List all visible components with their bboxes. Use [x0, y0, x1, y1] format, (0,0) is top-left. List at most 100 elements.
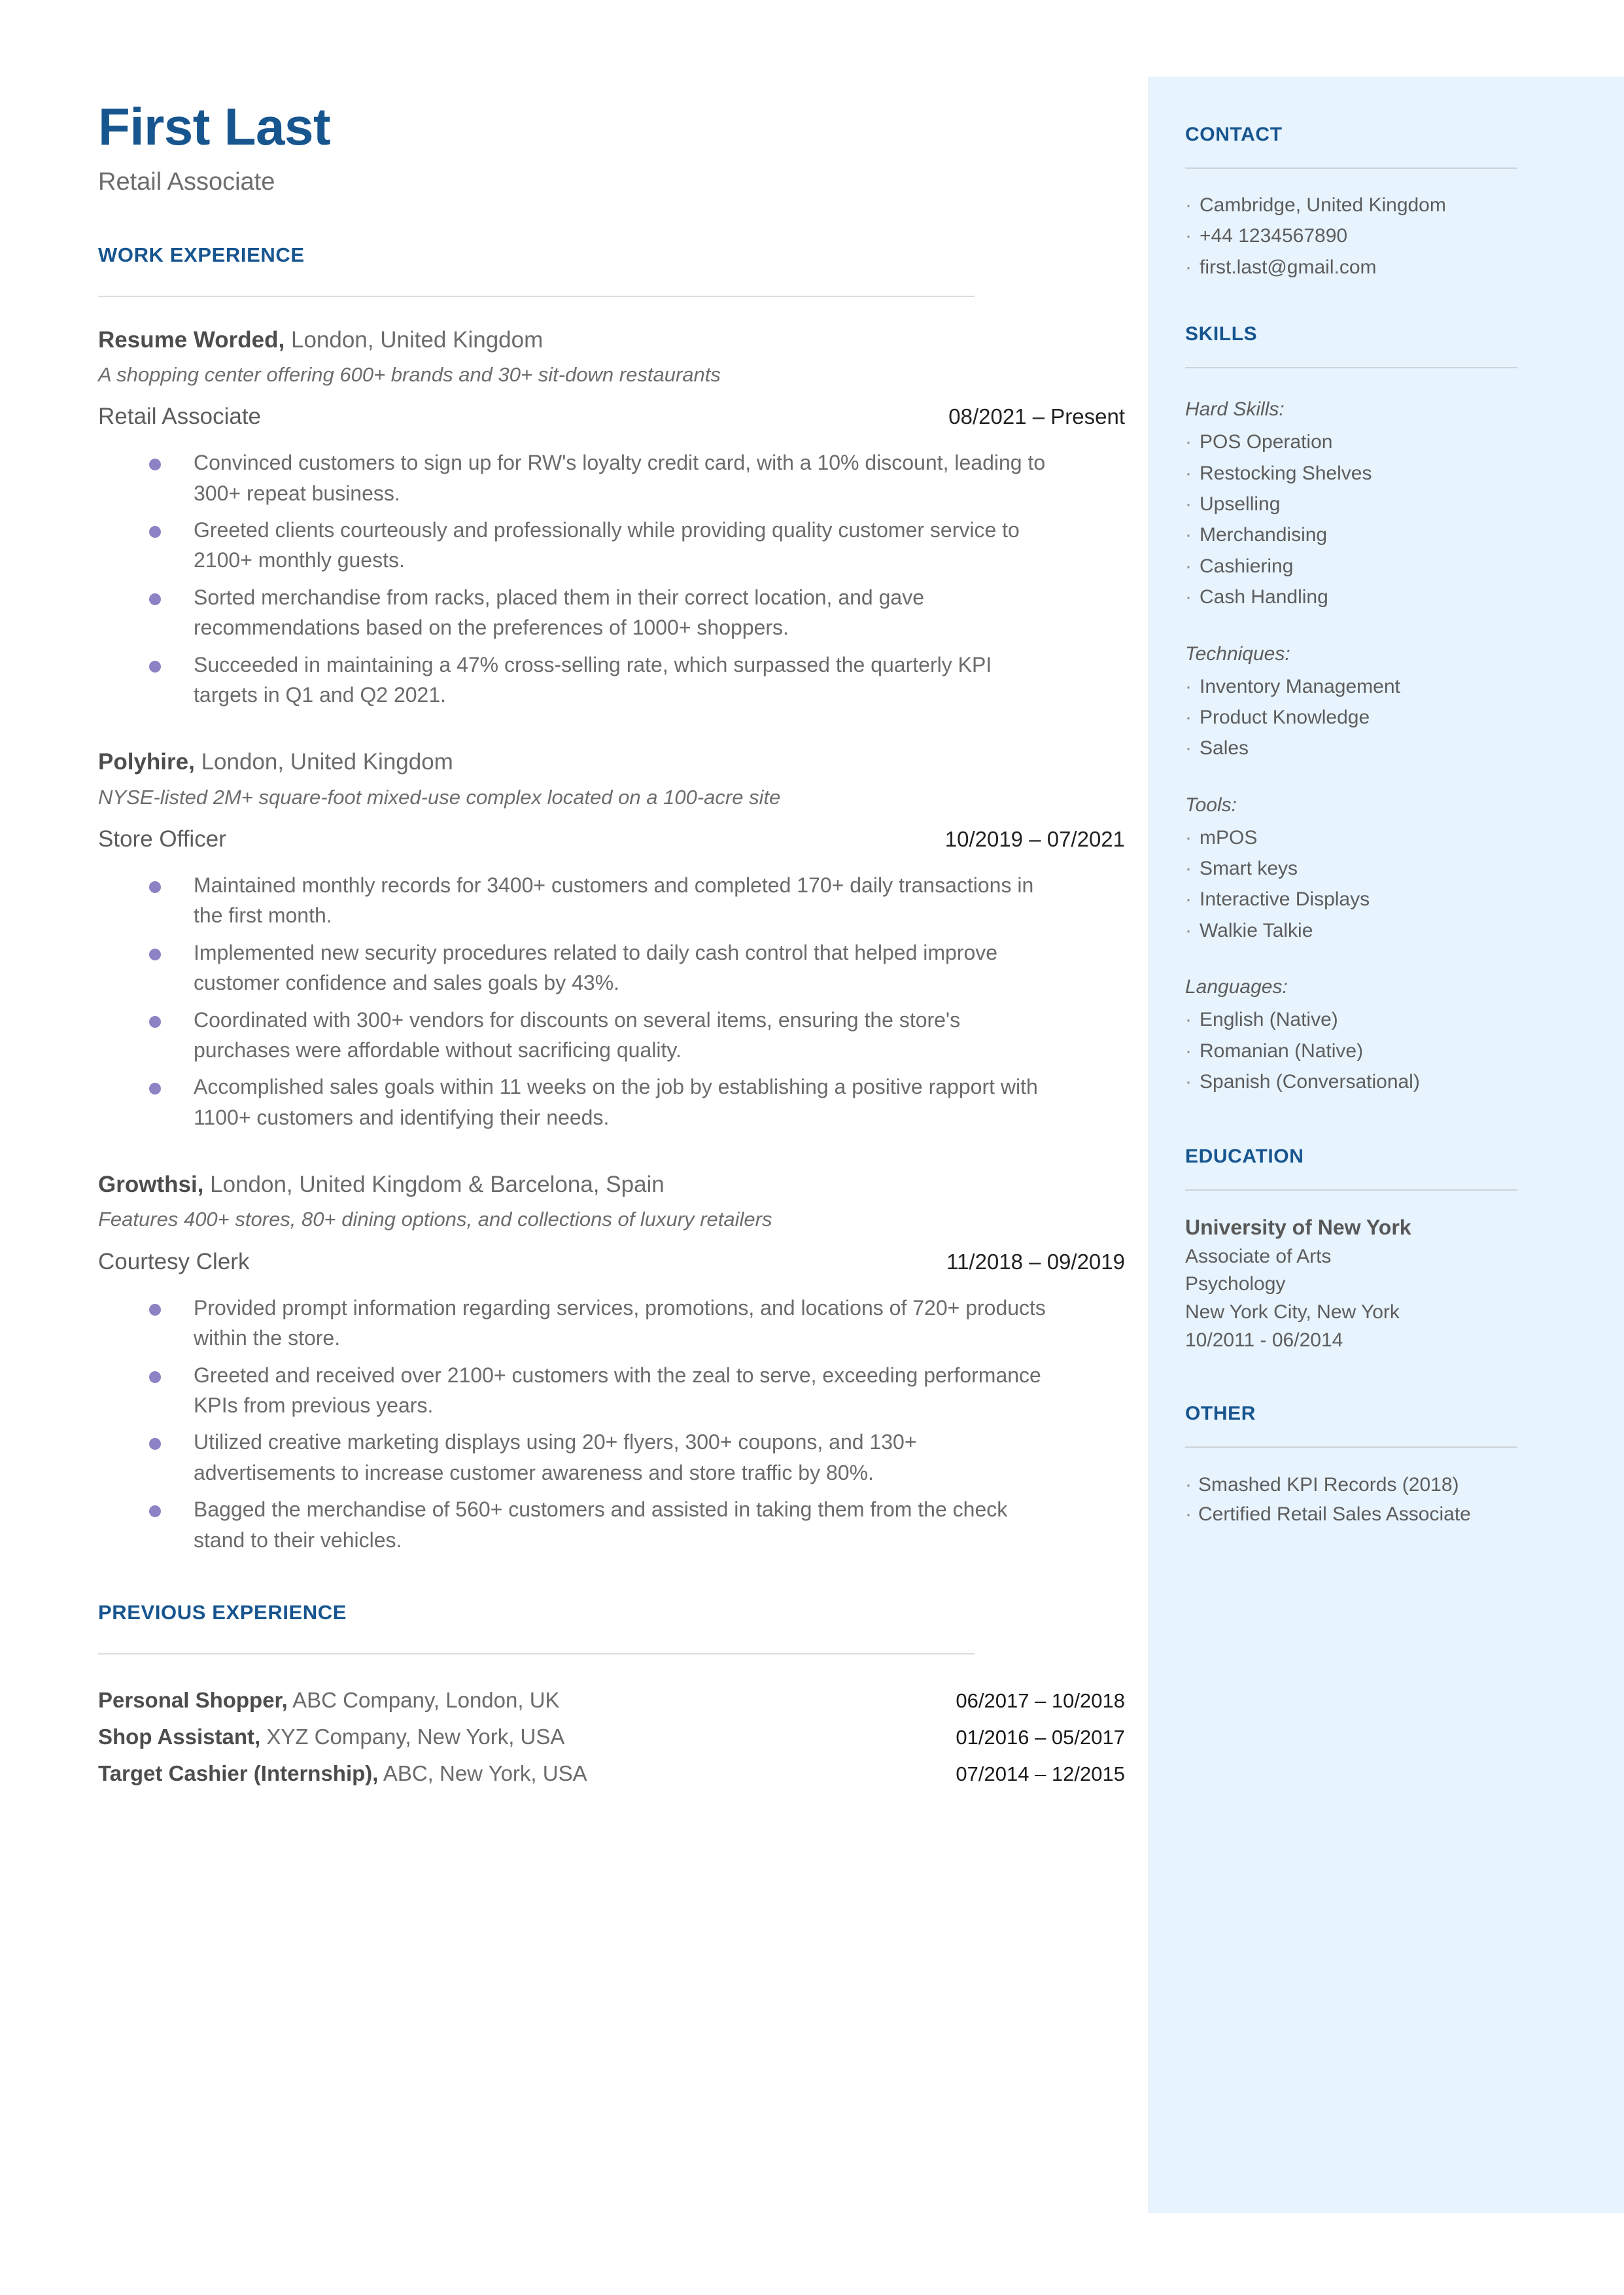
skills-group-list: · mPOS · Smart keys · Interactive Displays … — [1185, 822, 1565, 947]
job-title-row: Store Officer 10/2019 – 07/2021 — [98, 826, 1125, 853]
bullet-point-icon — [149, 1438, 161, 1450]
education-degree: Associate of Arts — [1185, 1245, 1332, 1267]
list-item: Maintained monthly records for 3400+ cus… — [98, 870, 1125, 931]
skills-group-list: · Inventory Management · Product Knowledge… — [1185, 671, 1565, 764]
skills-divider — [1185, 367, 1517, 369]
job-company-name: Resume Worded, — [98, 326, 285, 353]
contact-list: · Cambridge, United Kingdom · +44 12345678… — [1185, 190, 1565, 283]
job-dates: 08/2021 – Present — [948, 404, 1125, 429]
job-title: Retail Associate — [98, 404, 262, 430]
list-item: Coordinated with 300+ vendors for discou… — [98, 1005, 1125, 1066]
bullet-point-icon — [149, 1083, 161, 1095]
job-company-location: London, United Kingdom & Barcelona, Spai… — [210, 1172, 665, 1198]
list-item: Succeeded in maintaining a 47% cross-sel… — [98, 650, 1125, 710]
list-item: Greeted clients courteously and professi… — [98, 515, 1125, 576]
job-title: Courtesy Clerk — [98, 1248, 250, 1274]
contact-item-email: · first.last@gmail.com — [1185, 252, 1565, 283]
contact-location: Cambridge, United Kingdom — [1200, 194, 1446, 216]
main-content: First Last Retail Associate WORK EXPERIE… — [98, 98, 1125, 1795]
education-divider — [1185, 1189, 1517, 1191]
previous-experience-divider — [98, 1653, 975, 1655]
bullet-dot-icon: · — [1185, 586, 1192, 608]
bullet-dot-icon: · — [1185, 1503, 1192, 1526]
list-item: Sorted merchandise from racks, placed th… — [98, 582, 1125, 643]
sidebar-section-skills: SKILLS Hard Skills: · POS Operation · Rest… — [1185, 323, 1565, 1097]
bullet-dot-icon: · — [1185, 858, 1192, 880]
bullet-point-icon — [149, 948, 161, 960]
skills-group-label: Languages: — [1185, 976, 1288, 998]
skills-group-label: Hard Skills: — [1185, 398, 1285, 421]
skills-group-list: · POS Operation · Restocking Shelves · Upse… — [1185, 427, 1565, 612]
education-entry: University of New York Associate of Arts… — [1185, 1213, 1565, 1354]
job-title-row: Courtesy Clerk 11/2018 – 09/2019 — [98, 1248, 1125, 1276]
resume-page: CONTACT · Cambridge, United Kingdom · +44 … — [0, 0, 1624, 2295]
job-company-description: Features 400+ stores, 80+ dining options… — [98, 1208, 772, 1231]
list-item: · Certified Retail Sales Associate — [1185, 1503, 1471, 1526]
previous-detail: ABC, New York, USA — [383, 1761, 587, 1785]
bullet-dot-icon: · — [1185, 1009, 1192, 1031]
job-dates: 11/2018 – 09/2019 — [946, 1249, 1125, 1274]
list-item: · Sales — [1185, 733, 1565, 763]
section-work-experience: WORK EXPERIENCE Resume Worded, London, U… — [98, 243, 1125, 1555]
bullet-point-icon — [149, 1371, 161, 1383]
previous-role: Shop Assistant, — [98, 1724, 261, 1749]
bullet-point-icon — [149, 1015, 161, 1028]
job-company-name: Polyhire, — [98, 749, 195, 775]
job-company-line: Polyhire, London, United Kingdom — [98, 746, 1125, 777]
bullet-dot-icon: · — [1185, 462, 1192, 484]
job-bullet-list: Maintained monthly records for 3400+ cus… — [98, 870, 1125, 1132]
skills-group-label: Tools: — [1185, 794, 1237, 816]
bullet-dot-icon: · — [1185, 706, 1192, 728]
job-bullet-list: Convinced customers to sign up for RW's … — [98, 447, 1125, 710]
bullet-dot-icon: · — [1185, 737, 1192, 760]
job-company-location: London, United Kingdom — [201, 749, 453, 775]
previous-role: Personal Shopper, — [98, 1687, 288, 1712]
work-experience-divider — [98, 295, 975, 297]
contact-email[interactable]: first.last@gmail.com — [1200, 252, 1565, 283]
skills-group-list: · English (Native) · Romanian (Native) · Sp… — [1185, 1004, 1565, 1097]
bullet-dot-icon: · — [1185, 524, 1192, 546]
previous-dates: 06/2017 – 10/2018 — [956, 1689, 1125, 1712]
list-item: Greeted and received over 2100+ customer… — [98, 1360, 1125, 1421]
list-item: · Inventory Management — [1185, 671, 1565, 702]
list-item: · Spanish (Conversational) — [1185, 1066, 1565, 1097]
list-item: Implemented new security procedures rela… — [98, 937, 1125, 998]
education-field: Psychology — [1185, 1273, 1286, 1295]
contact-item-location: · Cambridge, United Kingdom — [1185, 190, 1565, 220]
skills-group-languages: Languages: · English (Native) · Romanian (… — [1185, 972, 1565, 1097]
job-dates: 10/2019 – 07/2021 — [944, 827, 1125, 851]
other-divider — [1185, 1446, 1517, 1448]
other-heading: OTHER — [1185, 1403, 1256, 1425]
work-experience-heading: WORK EXPERIENCE — [98, 243, 305, 266]
bullet-point-icon — [149, 593, 161, 605]
list-item: · Restocking Shelves — [1185, 458, 1565, 489]
list-item: · Upselling — [1185, 489, 1565, 519]
job-company-name: Growthsi, — [98, 1172, 204, 1198]
previous-experience-list: Personal Shopper, ABC Company, London, U… — [98, 1685, 1125, 1789]
list-item: · Cash Handling — [1185, 582, 1565, 612]
list-item: · Smashed KPI Records (2018) — [1185, 1474, 1459, 1496]
list-item: · English (Native) — [1185, 1004, 1565, 1035]
education-school: University of New York — [1185, 1216, 1411, 1240]
contact-divider — [1185, 167, 1517, 169]
list-item: · Smart keys — [1185, 853, 1565, 884]
bullet-point-icon — [149, 881, 161, 893]
previous-detail: ABC Company, London, UK — [292, 1687, 560, 1712]
list-item: · Merchandising — [1185, 519, 1565, 550]
education-location: New York City, New York — [1185, 1301, 1400, 1323]
job-company-location: London, United Kingdom — [290, 326, 544, 353]
bullet-dot-icon: · — [1185, 555, 1192, 577]
bullet-point-icon — [149, 1505, 161, 1518]
list-item: · Cashiering — [1185, 551, 1565, 582]
bullet-dot-icon: · — [1185, 431, 1192, 453]
job-entry: Growthsi, London, United Kingdom & Barce… — [98, 1169, 1125, 1555]
skills-group-tools: Tools: · mPOS · Smart keys · Interactive Di… — [1185, 790, 1565, 947]
table-row: Shop Assistant, XYZ Company, New York, U… — [98, 1721, 1125, 1753]
sidebar-section-education: EDUCATION University of New York Associa… — [1185, 1146, 1565, 1354]
list-item: · Romanian (Native) — [1185, 1036, 1565, 1066]
bullet-dot-icon: · — [1185, 675, 1192, 697]
bullet-point-icon — [149, 660, 161, 673]
list-item: Provided prompt information regarding se… — [98, 1293, 1125, 1354]
